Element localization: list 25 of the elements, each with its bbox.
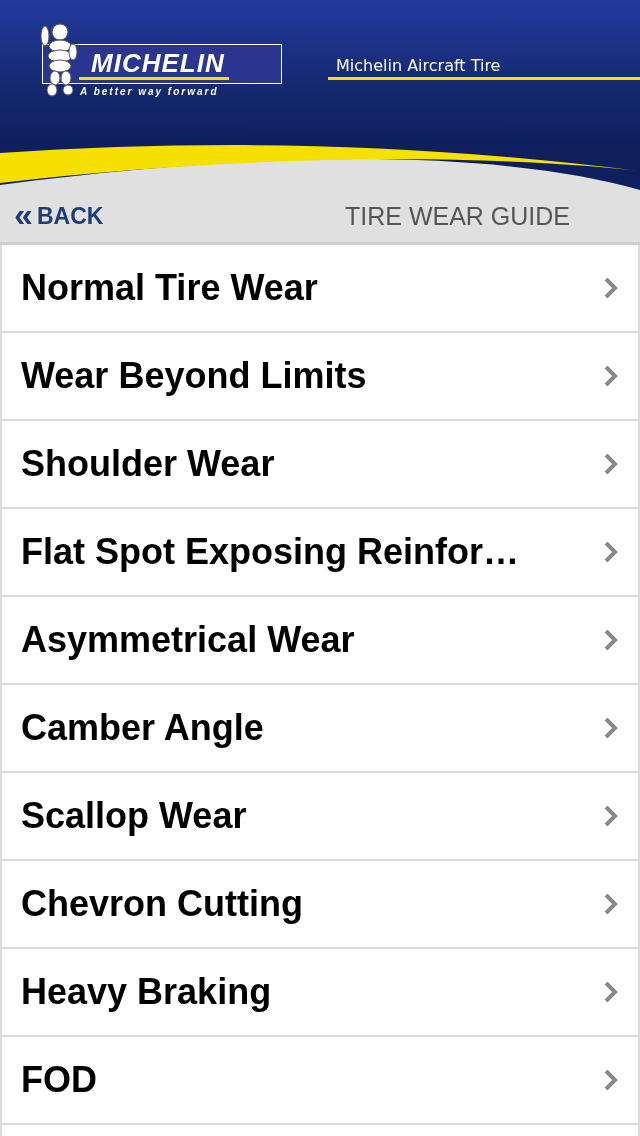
chevron-right-icon [604,541,618,563]
page-title: TIRE WEAR GUIDE [345,201,570,231]
list-item[interactable]: Chevron Cutting [2,861,638,949]
list-item[interactable]: Heavy Braking [2,949,638,1037]
list-item[interactable]: Normal Tire Wear [2,245,638,333]
brand-wordmark: MICHELIN [91,48,225,79]
chevron-right-icon [604,1069,618,1091]
chevron-right-icon [604,805,618,827]
list-item[interactable]: Asymmetrical Wear [2,597,638,685]
chevron-right-icon [604,277,618,299]
product-title: Michelin Aircraft Tire [335,56,502,75]
list-item[interactable]: Camber Angle [2,685,638,773]
chevron-right-icon [604,717,618,739]
list-item[interactable]: FOD [2,1037,638,1125]
list-item[interactable]: Shoulder Wear [2,421,638,509]
chevron-right-icon [604,981,618,1003]
chevron-right-icon [604,365,618,387]
chevron-right-icon [604,629,618,651]
brand-tagline: A better way forward [80,86,219,97]
back-button[interactable]: «BACK [14,201,104,231]
list-item[interactable]: Wear Beyond Limits [2,333,638,421]
chevron-right-icon [604,893,618,915]
list-item[interactable]: Flat Spot Exposing Reinfor… [2,509,638,597]
chevron-right-icon [604,453,618,475]
list-item[interactable]: Scallop Wear [2,773,638,861]
